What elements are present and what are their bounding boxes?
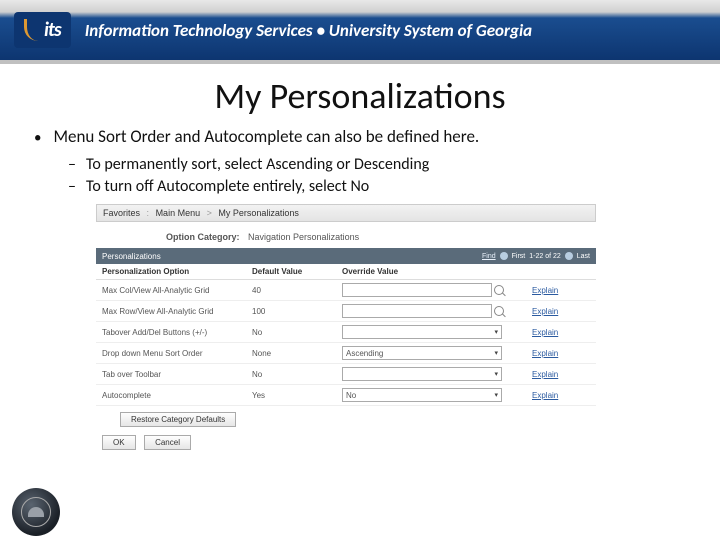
override-cell (342, 304, 532, 318)
override-select-value: No (346, 391, 356, 400)
breadcrumb-favorites[interactable]: Favorites (103, 208, 140, 218)
default-value: 100 (252, 307, 342, 316)
col-explain (532, 267, 602, 276)
breadcrumb-sep-icon: > (207, 208, 212, 218)
sub-bullet-1: – To permanently sort, select Ascending … (68, 154, 686, 176)
table-row: Tab over ToolbarNo ▾ Explain (96, 364, 596, 385)
option-category-label: Option Category: (166, 232, 240, 242)
override-cell (342, 283, 532, 297)
override-input[interactable] (342, 283, 492, 297)
its-logo: its (14, 12, 71, 48)
content-block: • Menu Sort Order and Autocomplete can a… (0, 118, 720, 454)
logo-swoosh-icon (24, 19, 38, 41)
default-value: No (252, 328, 342, 337)
chevron-down-icon: ▾ (494, 370, 498, 378)
default-value: No (252, 370, 342, 379)
lookup-icon[interactable] (494, 306, 504, 316)
explain-link[interactable]: Explain (532, 286, 558, 295)
default-value: 40 (252, 286, 342, 295)
override-cell: Ascending ▾ (342, 346, 532, 360)
override-cell: ▾ (342, 367, 532, 381)
explain-link[interactable]: Explain (532, 307, 558, 316)
cancel-button[interactable]: Cancel (144, 435, 191, 450)
slide-header: its Information Technology Services • Un… (0, 0, 720, 64)
override-input[interactable] (342, 304, 492, 318)
breadcrumb-main-menu[interactable]: Main Menu (156, 208, 201, 218)
table-row: Max Row/View All-Analytic Grid100 Explain (96, 301, 596, 322)
table-row: Max Col/View All-Analytic Grid40 Explain (96, 280, 596, 301)
option-name: Tabover Add/Del Buttons (+/-) (102, 328, 252, 337)
embedded-screenshot: Favorites : Main Menu > My Personalizati… (96, 204, 596, 454)
nav-first-label[interactable]: First (512, 253, 526, 260)
table-row: AutocompleteYes No ▾ Explain (96, 385, 596, 406)
page-title: My Personalizations (0, 74, 720, 118)
bullet-dot-icon: • (34, 126, 41, 150)
col-option: Personalization Option (102, 267, 252, 276)
col-override: Override Value (342, 267, 532, 276)
option-name: Max Row/View All-Analytic Grid (102, 307, 252, 316)
nav-range: 1-22 of 22 (529, 253, 561, 260)
override-cell: ▾ (342, 325, 532, 339)
breadcrumb-sep-icon: : (147, 208, 150, 218)
option-category-row: Option Category: Navigation Personalizat… (166, 232, 596, 242)
option-name: Tab over Toolbar (102, 370, 252, 379)
chevron-down-icon: ▾ (494, 391, 498, 399)
restore-defaults-button[interactable]: Restore Category Defaults (120, 412, 236, 427)
explain-link[interactable]: Explain (532, 370, 558, 379)
override-cell: No ▾ (342, 388, 532, 402)
col-default: Default Value (252, 267, 342, 276)
sub-bullet-2: – To turn off Autocomplete entirely, sel… (68, 176, 686, 198)
column-header-row: Personalization Option Default Value Ove… (96, 264, 596, 280)
table-row: Tabover Add/Del Buttons (+/-)No ▾ Explain (96, 322, 596, 343)
option-category-value: Navigation Personalizations (248, 232, 359, 242)
breadcrumb: Favorites : Main Menu > My Personalizati… (96, 204, 596, 222)
nav-last-label[interactable]: Last (577, 253, 590, 260)
default-value: None (252, 349, 342, 358)
chevron-down-icon: ▾ (494, 349, 498, 357)
header-title: Information Technology Services • Univer… (85, 20, 532, 41)
explain-link[interactable]: Explain (532, 391, 558, 400)
table-row: Drop down Menu Sort OrderNone Ascending ▾ E… (96, 343, 596, 364)
sub-bullet-1-text: To permanently sort, select Ascending or… (86, 154, 429, 176)
find-link[interactable]: Find (482, 253, 496, 260)
explain-link[interactable]: Explain (532, 328, 558, 337)
override-select[interactable]: No ▾ (342, 388, 502, 402)
option-name: Autocomplete (102, 391, 252, 400)
section-title: Personalizations (102, 252, 161, 261)
section-header: Personalizations Find First 1-22 of 22 L… (96, 248, 596, 264)
bullet-text: Menu Sort Order and Autocomplete can als… (53, 126, 479, 150)
dash-icon: – (68, 176, 76, 198)
override-select[interactable]: ▾ (342, 325, 502, 339)
override-select[interactable]: Ascending ▾ (342, 346, 502, 360)
bullet-main: • Menu Sort Order and Autocomplete can a… (34, 126, 686, 150)
option-name: Max Col/View All-Analytic Grid (102, 286, 252, 295)
nav-last-icon[interactable] (565, 252, 573, 260)
default-value: Yes (252, 391, 342, 400)
override-select-value: Ascending (346, 349, 383, 358)
ok-button[interactable]: OK (102, 435, 136, 450)
footer-decoration (0, 452, 720, 540)
sub-bullet-2-text: To turn off Autocomplete entirely, selec… (86, 176, 369, 198)
breadcrumb-current: My Personalizations (218, 208, 299, 218)
dash-icon: – (68, 154, 76, 176)
nav-first-icon[interactable] (500, 252, 508, 260)
override-select[interactable]: ▾ (342, 367, 502, 381)
chevron-down-icon: ▾ (494, 328, 498, 336)
explain-link[interactable]: Explain (532, 349, 558, 358)
seal-icon (12, 488, 60, 536)
lookup-icon[interactable] (494, 285, 504, 295)
logo-text: its (44, 18, 61, 42)
option-name: Drop down Menu Sort Order (102, 349, 252, 358)
